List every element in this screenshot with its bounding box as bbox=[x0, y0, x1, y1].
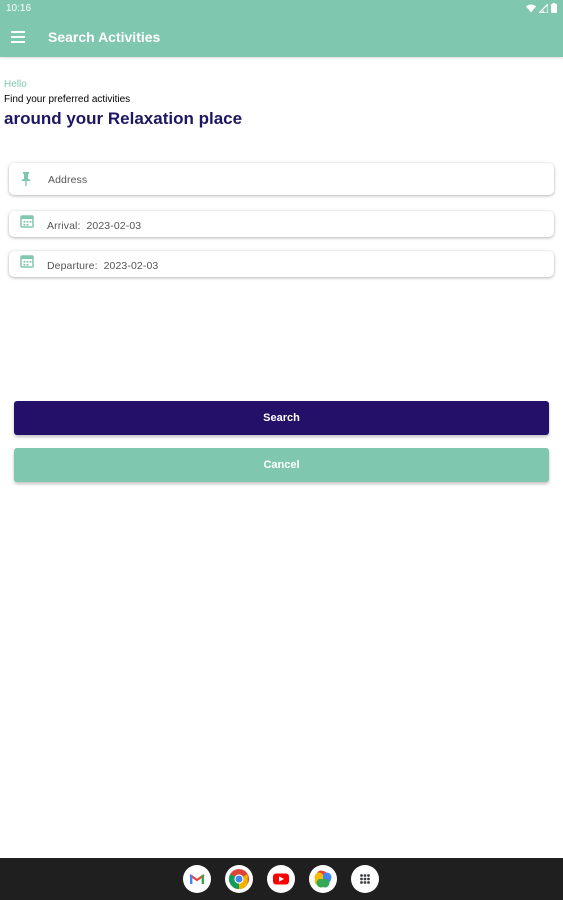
arrival-date-field[interactable]: Arrival: 2023-02-03 bbox=[9, 211, 554, 237]
arrival-text: Arrival: 2023-02-03 bbox=[47, 220, 141, 232]
pin-icon bbox=[21, 172, 31, 186]
menu-icon[interactable] bbox=[11, 31, 25, 43]
departure-label: Departure: bbox=[47, 260, 98, 272]
app-screen: 10:16 Search Activities Hello Find your … bbox=[0, 0, 563, 900]
status-time: 10:16 bbox=[6, 3, 32, 14]
cancel-button[interactable]: Cancel bbox=[14, 448, 549, 482]
app-bar: Search Activities bbox=[0, 18, 563, 57]
gmail-icon[interactable] bbox=[183, 865, 211, 893]
app-title: Search Activities bbox=[48, 29, 161, 45]
departure-value: 2023-02-03 bbox=[103, 260, 159, 272]
address-field[interactable]: Address bbox=[9, 163, 554, 195]
youtube-icon[interactable] bbox=[267, 865, 295, 893]
wifi-icon bbox=[526, 4, 536, 12]
calendar-icon bbox=[20, 255, 34, 268]
calendar-icon bbox=[20, 215, 34, 228]
navigation-bar bbox=[0, 858, 563, 900]
address-placeholder: Address bbox=[48, 174, 88, 186]
hello-text: Hello bbox=[4, 79, 27, 90]
signal-icon bbox=[539, 3, 548, 13]
subtitle-text: Find your preferred activities bbox=[4, 94, 131, 105]
status-bar: 10:16 bbox=[0, 0, 563, 18]
app-drawer-icon[interactable] bbox=[351, 865, 379, 893]
departure-text: Departure: 2023-02-03 bbox=[47, 260, 158, 272]
arrival-value: 2023-02-03 bbox=[86, 220, 142, 232]
departure-date-field[interactable]: Departure: 2023-02-03 bbox=[9, 251, 554, 277]
headline: around your Relaxation place bbox=[4, 109, 243, 128]
chrome-icon[interactable] bbox=[225, 865, 253, 893]
arrival-label: Arrival: bbox=[47, 220, 81, 232]
photos-icon[interactable] bbox=[309, 865, 337, 893]
search-button[interactable]: Search bbox=[14, 401, 549, 435]
status-icons bbox=[526, 3, 557, 13]
battery-icon bbox=[551, 3, 557, 13]
